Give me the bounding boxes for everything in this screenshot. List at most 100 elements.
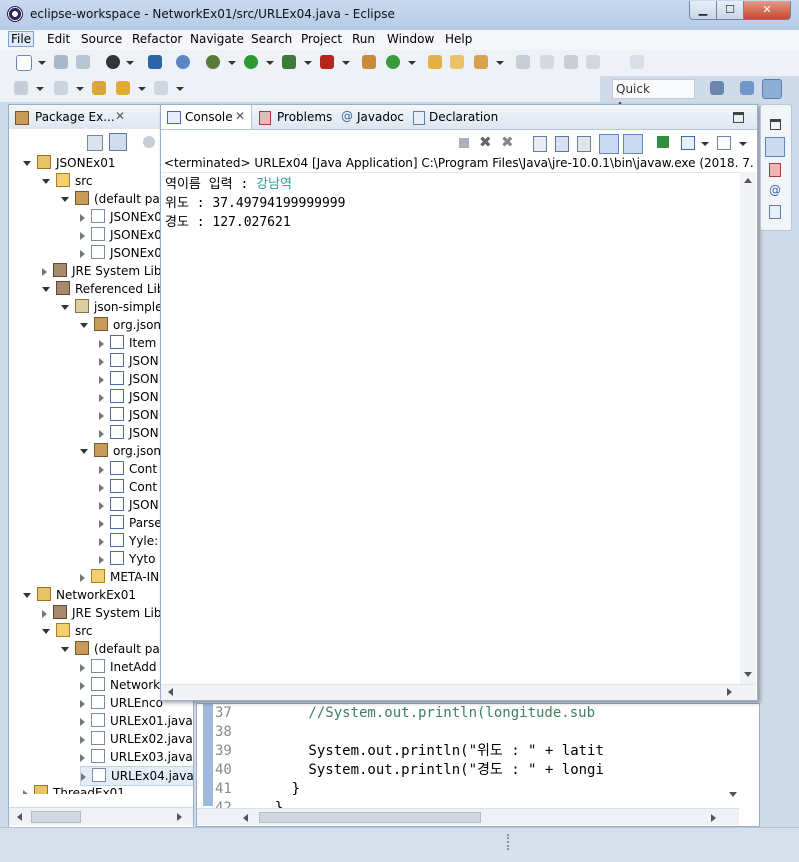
collapsed-arrow-icon[interactable] [99,465,104,474]
scroll-left-icon[interactable] [168,688,173,696]
tree-item[interactable]: ThreadEx01 [23,784,125,794]
tree-item[interactable]: (default pac [61,640,166,658]
collapsed-arrow-icon[interactable] [80,753,85,762]
tree-item[interactable]: JSON [99,388,159,406]
view-menu-icon[interactable] [143,136,155,148]
remove-all-launches-icon[interactable]: ✖ [501,133,514,151]
tree-item[interactable]: URLEx04.java [80,766,193,786]
tree-item[interactable]: org.json [80,316,161,334]
menu-run[interactable]: Run [352,32,375,46]
scroll-right-icon[interactable] [711,814,716,822]
menu-search[interactable]: Search [251,32,292,46]
quick-access-field[interactable]: Quick Access [612,79,695,114]
expanded-arrow-icon[interactable] [80,449,88,454]
tree-item[interactable]: Yyle: [99,532,158,550]
tree-item[interactable]: (default pac [61,190,166,208]
collapsed-arrow-icon[interactable] [80,699,85,708]
scroll-lock-icon[interactable] [555,136,569,152]
console-vertical-scrollbar[interactable] [740,172,756,684]
close-button[interactable]: ✕ [743,1,791,20]
package-explorer-tab[interactable]: Package Ex... [35,110,115,124]
tree-item[interactable]: src [42,622,93,640]
scroll-left-icon[interactable] [17,813,22,821]
tree-item[interactable]: JSONEx0 [80,208,162,226]
maximize-view-icon[interactable] [733,112,744,123]
display-console-icon[interactable] [681,136,695,150]
tab-console[interactable]: Console ✕ [161,105,252,129]
close-icon[interactable]: ✕ [235,109,245,123]
word-wrap-icon[interactable] [577,136,591,152]
javadoc-icon[interactable]: @ [769,183,781,197]
explorer-horizontal-scrollbar[interactable] [9,807,193,825]
open-task-icon[interactable] [450,55,464,69]
block-selection-icon[interactable] [564,55,578,69]
skip-breakpoints-icon[interactable] [176,55,190,69]
collapsed-arrow-icon[interactable] [99,555,104,564]
save-icon[interactable] [54,55,68,69]
expanded-arrow-icon[interactable] [42,629,50,634]
console-icon[interactable] [765,137,785,157]
expanded-arrow-icon[interactable] [42,287,50,292]
tree-item[interactable]: JSONEx0 [80,244,162,262]
profile-dropdown-icon[interactable] [126,61,134,65]
expanded-arrow-icon[interactable] [42,179,50,184]
expanded-arrow-icon[interactable] [23,161,31,166]
collapsed-arrow-icon[interactable] [81,772,86,781]
scroll-left-icon[interactable] [243,814,248,822]
forward-dropdown-icon[interactable] [176,87,184,91]
collapsed-arrow-icon[interactable] [80,663,85,672]
remove-launch-icon[interactable]: ✖ [479,133,492,151]
collapsed-arrow-icon[interactable] [99,429,104,438]
maximize-button[interactable]: ☐ [716,1,744,20]
collapsed-arrow-icon[interactable] [80,213,85,222]
tree-item[interactable]: JSONEx0 [80,226,162,244]
external-tools-icon[interactable] [320,55,334,69]
collapsed-arrow-icon[interactable] [99,537,104,546]
minimize-button[interactable]: ▁ [689,1,717,20]
editor-scroll-thumb[interactable] [259,812,481,823]
debug-icon[interactable] [206,55,220,69]
editor-vertical-scrollbar[interactable] [727,704,739,808]
restore-icon[interactable] [770,119,781,130]
tree-item[interactable]: Parse [99,514,162,532]
show-console-on-error-icon[interactable] [623,134,643,154]
back-dropdown-icon[interactable] [138,87,146,91]
menu-refactor[interactable]: Refactor [132,32,182,46]
tree-item[interactable]: JSON [99,352,159,370]
tree-item[interactable]: JSON [99,496,159,514]
menu-edit[interactable]: Edit [47,32,70,46]
forward-icon[interactable] [154,81,168,95]
save-all-icon[interactable] [76,55,90,69]
collapsed-arrow-icon[interactable] [99,411,104,420]
tree-item[interactable]: org.json [80,442,161,460]
external-tools-dropdown-icon[interactable] [342,61,350,65]
scroll-right-icon[interactable] [177,813,182,821]
collapsed-arrow-icon[interactable] [99,339,104,348]
collapsed-arrow-icon[interactable] [42,609,47,618]
menu-navigate[interactable]: Navigate [190,32,244,46]
back-icon[interactable] [116,81,130,95]
search-tool-icon[interactable] [474,55,488,69]
expanded-arrow-icon[interactable] [61,305,69,310]
tree-item[interactable]: URLEx03.java [80,748,193,766]
editor-horizontal-scrollbar[interactable] [197,808,739,825]
last-edit-icon[interactable] [92,81,106,95]
collapsed-arrow-icon[interactable] [80,735,85,744]
collapsed-arrow-icon[interactable] [99,357,104,366]
coverage-dropdown-icon[interactable] [304,61,312,65]
tree-item[interactable]: JSON [99,370,159,388]
terminate-icon[interactable] [459,138,469,148]
collapsed-arrow-icon[interactable] [80,681,85,690]
declaration-icon[interactable] [769,205,781,219]
scroll-right-icon[interactable] [727,688,732,696]
java-ee-perspective-icon[interactable] [740,81,754,95]
close-icon[interactable]: ✕ [115,109,125,123]
collapsed-arrow-icon[interactable] [80,717,85,726]
collapsed-arrow-icon[interactable] [99,393,104,402]
collapsed-arrow-icon[interactable] [23,789,28,794]
tree-item[interactable]: Yyto [99,550,155,568]
run-dropdown-icon[interactable] [266,61,274,65]
next-annotation-icon[interactable] [14,81,28,95]
open-type-icon[interactable] [428,55,442,69]
expanded-arrow-icon[interactable] [80,323,88,328]
